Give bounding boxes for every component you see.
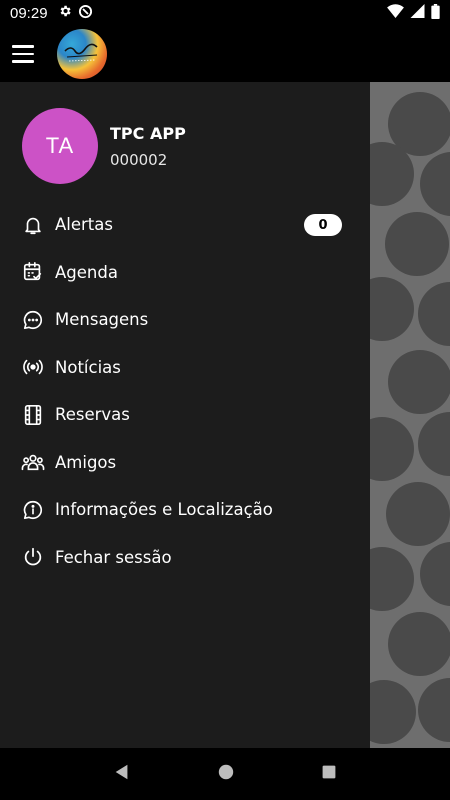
menu-item-label: Mensagens — [55, 310, 149, 330]
menu-item-reservas[interactable]: Reservas — [0, 391, 370, 439]
back-icon[interactable] — [113, 763, 131, 785]
info-bubble-icon — [21, 498, 45, 522]
bell-icon — [21, 213, 45, 237]
drawer-menu: Alertas 0 Agenda Mensagens Notícias Rese… — [0, 201, 370, 581]
menu-item-label: Alertas — [55, 215, 113, 235]
recents-icon[interactable] — [321, 764, 337, 784]
menu-item-noticias[interactable]: Notícias — [0, 344, 370, 392]
broadcast-icon — [21, 355, 45, 379]
menu-item-label: Agenda — [55, 262, 118, 282]
group-icon — [21, 450, 45, 474]
menu-item-amigos[interactable]: Amigos — [0, 439, 370, 487]
arena-logo[interactable] — [57, 29, 107, 79]
signal-icon — [410, 4, 425, 22]
menu-item-label: Reservas — [55, 405, 130, 425]
profile-name: TPC APP — [110, 123, 186, 143]
menu-item-label: Informações e Localização — [55, 500, 273, 520]
calendar-check-icon — [21, 260, 45, 284]
menu-item-label: Amigos — [55, 452, 117, 472]
data-saver-icon — [78, 4, 93, 23]
battery-icon — [431, 3, 440, 23]
menu-item-agenda[interactable]: Agenda — [0, 249, 370, 297]
menu-item-label: Notícias — [55, 357, 121, 377]
profile-id: 000002 — [110, 150, 168, 169]
alerts-count-badge: 0 — [304, 214, 342, 236]
film-strip-icon — [21, 403, 45, 427]
wifi-icon — [387, 4, 404, 22]
home-icon[interactable] — [217, 763, 235, 785]
avatar: TA — [22, 108, 98, 184]
app-bar — [0, 26, 450, 82]
system-nav-bar — [0, 748, 450, 800]
power-icon — [21, 545, 45, 569]
chat-bubble-icon — [21, 308, 45, 332]
menu-item-mensagens[interactable]: Mensagens — [0, 296, 370, 344]
avatar-initials: TA — [45, 133, 75, 158]
hamburger-menu-icon[interactable] — [12, 41, 38, 67]
menu-item-informacoes[interactable]: Informações e Localização — [0, 486, 370, 534]
status-time: 09:29 — [10, 4, 48, 22]
menu-item-fechar-sessao[interactable]: Fechar sessão — [0, 534, 370, 582]
navigation-drawer: TA TPC APP 000002 Alertas 0 Agenda Mensa… — [0, 82, 370, 748]
settings-icon — [58, 4, 72, 22]
menu-item-alertas[interactable]: Alertas 0 — [0, 201, 370, 249]
profile-header[interactable]: TA TPC APP 000002 — [22, 108, 186, 184]
status-bar: 09:29 — [0, 0, 450, 26]
menu-item-label: Fechar sessão — [55, 547, 172, 567]
